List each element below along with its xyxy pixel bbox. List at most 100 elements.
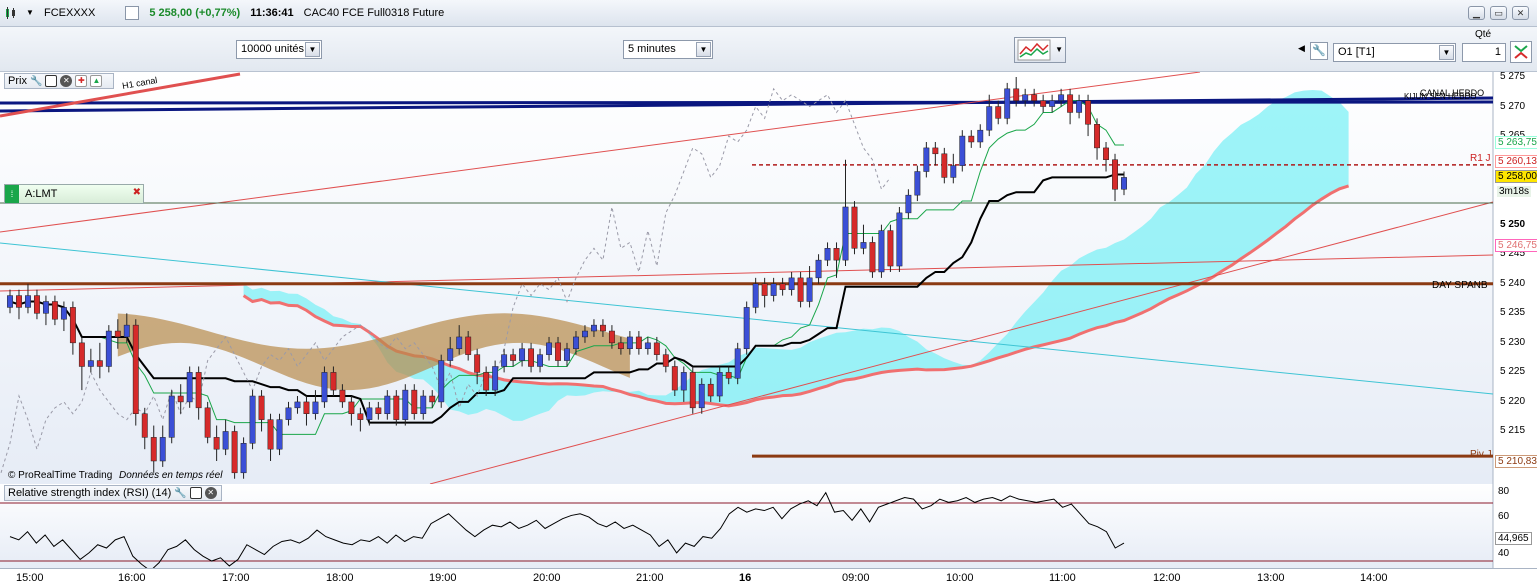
time-tick: 20:00	[533, 572, 561, 584]
price-tag-tenkan: 5 263,75	[1495, 136, 1537, 149]
close-button[interactable]: ✕	[1512, 6, 1529, 20]
move-up-icon[interactable]: ▲	[90, 75, 103, 87]
candle-body	[285, 407, 292, 420]
candle	[896, 206, 903, 272]
qty-label: Qté	[1475, 29, 1492, 40]
time-tick: 21:00	[636, 572, 664, 584]
close-icon[interactable]: ✕	[204, 487, 217, 499]
price-tick: 5 240	[1500, 277, 1526, 289]
candle-body	[599, 324, 606, 332]
order-select[interactable]: O1 [T1] ▼	[1333, 43, 1456, 62]
candle-body	[608, 330, 615, 344]
time-tick: 19:00	[429, 572, 457, 584]
price-panel-header: Prix 🔧 ✕ ✚ ▲	[4, 73, 114, 89]
candle-body	[330, 372, 337, 391]
rsi-panel-header: Relative strength index (RSI) (14) 🔧 ✕	[4, 485, 222, 501]
alert-order-box[interactable]: ⁞ A:LMT ✖	[4, 184, 144, 204]
time-tick: 10:00	[946, 572, 974, 584]
candle-body	[1058, 94, 1065, 101]
candle-body	[159, 437, 166, 462]
close-icon[interactable]: ✕	[60, 75, 73, 87]
candle-body	[707, 383, 714, 397]
candle-body	[474, 354, 481, 373]
candle-body	[546, 342, 552, 355]
candle-body	[177, 395, 184, 403]
candle-body	[617, 342, 624, 350]
wrench-button[interactable]: 🔧	[1310, 42, 1328, 60]
indicator-button[interactable]: ▼	[1014, 37, 1066, 63]
candle-body	[1031, 94, 1038, 101]
price-tag-r1: 5 260,13	[1495, 155, 1537, 168]
candle-body	[303, 401, 310, 414]
maximize-button[interactable]: ▭	[1490, 6, 1507, 20]
price-tick: 5 275	[1500, 71, 1526, 82]
alert-close-icon[interactable]: ✖	[133, 187, 141, 198]
move-down-icon[interactable]: ✚	[75, 75, 88, 87]
candle-body	[626, 336, 633, 350]
candle-body	[725, 372, 732, 379]
candle	[402, 384, 409, 426]
candle-body	[635, 336, 642, 350]
kijun-label: KIJUN SEN HEBDO	[1404, 92, 1477, 101]
window-icon[interactable]	[45, 75, 58, 87]
candle-body	[698, 383, 705, 409]
candle-body	[950, 165, 957, 178]
candle	[186, 366, 193, 408]
units-select[interactable]: 10000 unités ▼	[236, 40, 322, 59]
candle-body	[429, 395, 436, 403]
chevron-down-icon[interactable]: ▼	[696, 42, 711, 57]
candle-body	[231, 431, 238, 474]
interval-select[interactable]: 5 minutes ▼	[623, 40, 713, 59]
watermark: © ProRealTime Trading Données en temps r…	[8, 470, 222, 481]
day-spanb-label: DAY SPANB	[1432, 280, 1488, 291]
rsi-chart[interactable]	[0, 484, 1537, 568]
candle-body	[1040, 100, 1047, 107]
minimize-button[interactable]: ▁	[1468, 6, 1485, 20]
chevron-down-icon[interactable]: ▼	[1439, 45, 1454, 60]
indicator-chart-icon	[1017, 39, 1051, 61]
candle-body	[384, 395, 391, 414]
candle-body	[186, 372, 193, 403]
wrench-icon[interactable]: 🔧	[174, 488, 186, 499]
time-tick: 18:00	[326, 572, 354, 584]
candle-body	[806, 277, 813, 302]
price-panel-title: Prix	[8, 75, 27, 87]
chevron-down-icon[interactable]: ▼	[305, 42, 320, 57]
candle-body	[249, 395, 256, 444]
candle-body	[842, 206, 849, 261]
list-icon[interactable]	[125, 6, 140, 20]
candle-body	[168, 395, 175, 438]
chevron-down-icon[interactable]: ▼	[26, 6, 40, 20]
window-icon[interactable]	[189, 487, 202, 499]
candle-body	[60, 307, 67, 320]
candle-body	[1049, 100, 1056, 107]
candle-body	[339, 389, 346, 403]
candle-body	[222, 431, 229, 450]
candle-body	[348, 401, 355, 414]
candle-body	[132, 324, 139, 414]
candle-body	[914, 171, 921, 196]
expand-left-icon[interactable]: ◀	[1298, 43, 1305, 54]
chevron-down-icon[interactable]: ▼	[1055, 45, 1063, 54]
order-select-value: O1 [T1]	[1338, 46, 1375, 58]
candle	[869, 236, 876, 278]
candle	[168, 390, 175, 444]
candle-body	[923, 147, 930, 172]
candle-body	[276, 419, 283, 450]
price-chart[interactable]	[0, 72, 1537, 484]
qty-stepper[interactable]	[1510, 41, 1532, 63]
candle-body	[869, 242, 876, 273]
units-select-value: 10000 unités	[241, 43, 304, 55]
price-change: 5 258,00 (+0,77%)	[149, 7, 241, 19]
rsi-panel-title: Relative strength index (RSI) (14)	[8, 487, 172, 499]
instrument-name: CAC40 FCE Full0318 Future	[303, 7, 445, 19]
candle-body	[671, 366, 678, 391]
candle	[105, 325, 112, 373]
candle	[231, 425, 238, 479]
candle-body	[447, 348, 454, 361]
qty-input[interactable]: 1	[1462, 43, 1506, 62]
wrench-icon[interactable]: 🔧	[30, 76, 42, 87]
clock-time: 11:36:41	[250, 7, 294, 19]
candle-body	[528, 348, 535, 367]
candle-body	[779, 283, 786, 290]
